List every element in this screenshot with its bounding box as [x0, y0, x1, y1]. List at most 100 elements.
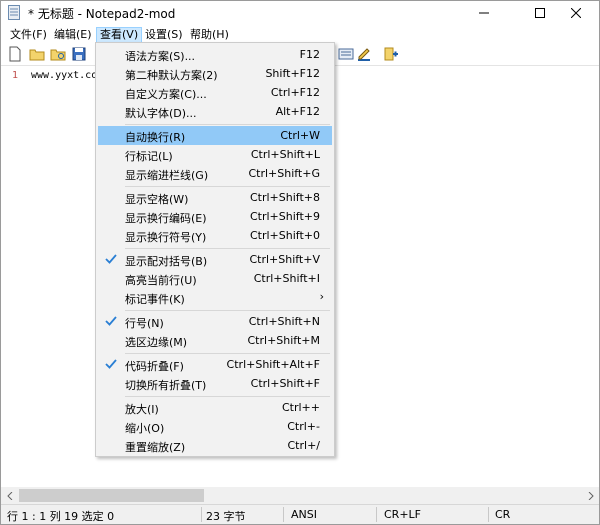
- menu-separator: [125, 186, 330, 187]
- horizontal-scrollbar[interactable]: [1, 487, 599, 504]
- menu-item-syntax-scheme[interactable]: 语法方案(S)... F12: [98, 45, 332, 64]
- status-size: 23 字节: [206, 510, 246, 523]
- edit-style-icon[interactable]: [356, 46, 372, 62]
- checkmark-icon: [104, 357, 118, 371]
- menu-item-shortcut: Ctrl+Shift+Alt+F: [226, 358, 320, 371]
- close-button[interactable]: [553, 1, 599, 25]
- minimize-icon: [479, 12, 489, 14]
- menu-item-mark-occurrences[interactable]: 标记事件(K) ›: [98, 288, 332, 307]
- menu-item-label: 自定义方案(C)...: [125, 88, 207, 101]
- menu-item-shortcut: Ctrl+Shift+F: [250, 377, 320, 390]
- app-window: * 无标题 - Notepad2-mod 文件(F) 编辑(E) 查看(V) 设…: [0, 0, 600, 525]
- menu-item-shortcut: Alt+F12: [275, 105, 320, 118]
- view-option-icon[interactable]: [338, 46, 354, 62]
- menu-item-label: 高亮当前行(U): [125, 274, 197, 287]
- new-file-icon[interactable]: [7, 46, 23, 62]
- menu-item-shortcut: Ctrl+Shift+N: [248, 315, 320, 328]
- menu-item-shortcut: Ctrl+Shift+8: [249, 191, 320, 204]
- save-icon[interactable]: [71, 46, 87, 62]
- menu-item-shortcut: Ctrl+Shift+G: [248, 167, 320, 180]
- status-divider: [376, 507, 377, 522]
- menu-item-match-braces[interactable]: 显示配对括号(B) Ctrl+Shift+V: [98, 250, 332, 269]
- menu-item-default-font[interactable]: 默认字体(D)... Alt+F12: [98, 102, 332, 121]
- menu-separator: [125, 310, 330, 311]
- menu-item-line-numbers[interactable]: 行号(N) Ctrl+Shift+N: [98, 312, 332, 331]
- menu-item-label: 显示空格(W): [125, 193, 189, 206]
- menu-item-custom-scheme[interactable]: 自定义方案(C)... Ctrl+F12: [98, 83, 332, 102]
- maximize-icon: [535, 8, 545, 18]
- menu-item-highlight-current-line[interactable]: 高亮当前行(U) Ctrl+Shift+I: [98, 269, 332, 288]
- notepad-app-icon: [8, 5, 20, 20]
- open-folder-icon[interactable]: [29, 46, 45, 62]
- menu-item-shortcut: Ctrl+/: [287, 439, 321, 452]
- status-position: 行 1 : 1 列 19 选定 0: [7, 510, 115, 523]
- menu-item-shortcut: Ctrl++: [281, 401, 320, 414]
- scroll-left-arrow-icon[interactable]: [1, 487, 18, 504]
- menu-item-show-wrap-symbols[interactable]: 显示换行符号(Y) Ctrl+Shift+0: [98, 226, 332, 245]
- menu-item-code-folding[interactable]: 代码折叠(F) Ctrl+Shift+Alt+F: [98, 355, 332, 374]
- window-title: * 无标题 - Notepad2-mod: [28, 7, 176, 21]
- menu-item-second-default-scheme[interactable]: 第二种默认方案(2) Shift+F12: [98, 64, 332, 83]
- checkmark-icon: [104, 252, 118, 266]
- line-number: 1: [12, 70, 19, 81]
- menu-item-shortcut: Shift+F12: [265, 67, 320, 80]
- menu-settings[interactable]: 设置(S): [142, 27, 186, 43]
- menu-item-zoom-in[interactable]: 放大(I) Ctrl++: [98, 398, 332, 417]
- menu-item-label: 切换所有折叠(T): [125, 379, 207, 392]
- menu-item-reset-zoom[interactable]: 重置缩放(Z) Ctrl+/: [98, 436, 332, 455]
- new-window-icon[interactable]: [383, 46, 399, 62]
- status-line-endings[interactable]: CR+LF: [384, 508, 421, 521]
- menu-item-label: 缩小(O): [125, 422, 165, 435]
- status-divider: [201, 507, 202, 522]
- editor-text-line[interactable]: www.yyxt.co: [31, 70, 97, 81]
- menu-item-toggle-all-folds[interactable]: 切换所有折叠(T) Ctrl+Shift+F: [98, 374, 332, 393]
- menu-item-show-whitespace[interactable]: 显示空格(W) Ctrl+Shift+8: [98, 188, 332, 207]
- close-icon: [571, 8, 581, 18]
- menu-item-indent-guides[interactable]: 显示缩进栏线(G) Ctrl+Shift+G: [98, 164, 332, 183]
- scroll-right-arrow-icon[interactable]: [582, 487, 599, 504]
- menu-item-selection-margin[interactable]: 选区边缘(M) Ctrl+Shift+M: [98, 331, 332, 350]
- menu-item-shortcut: Ctrl+Shift+V: [249, 253, 320, 266]
- menu-item-label: 第二种默认方案(2): [125, 69, 218, 82]
- menu-file[interactable]: 文件(F): [7, 27, 50, 43]
- menu-item-shortcut: F12: [299, 48, 320, 61]
- menu-item-label: 标记事件(K): [125, 293, 185, 306]
- menu-item-label: 重置缩放(Z): [125, 441, 186, 454]
- menu-item-line-marker[interactable]: 行标记(L) Ctrl+Shift+L: [98, 145, 332, 164]
- status-overtype: CR: [495, 508, 511, 521]
- menu-item-show-line-endings[interactable]: 显示换行编码(E) Ctrl+Shift+9: [98, 207, 332, 226]
- menu-item-shortcut: Ctrl+F12: [270, 86, 320, 99]
- menu-item-label: 放大(I): [125, 403, 159, 416]
- view-menu-dropdown: 语法方案(S)... F12 第二种默认方案(2) Shift+F12 自定义方…: [95, 42, 335, 457]
- menu-separator: [125, 248, 330, 249]
- menu-edit[interactable]: 编辑(E): [51, 27, 95, 43]
- menu-item-shortcut: Ctrl+Shift+9: [249, 210, 320, 223]
- menu-item-label: 自动换行(R): [125, 131, 186, 144]
- menu-item-shortcut: Ctrl+Shift+M: [247, 334, 321, 347]
- browse-folder-icon[interactable]: [50, 46, 66, 62]
- status-bar: 行 1 : 1 列 19 选定 0 23 字节 ANSI CR+LF CR: [1, 504, 599, 524]
- menu-item-label: 行标记(L): [125, 150, 173, 163]
- menu-item-zoom-out[interactable]: 缩小(O) Ctrl+-: [98, 417, 332, 436]
- menu-item-label: 显示缩进栏线(G): [125, 169, 209, 182]
- scrollbar-thumb[interactable]: [19, 489, 204, 502]
- status-divider: [283, 507, 284, 522]
- menu-view[interactable]: 查看(V): [96, 27, 143, 43]
- title-bar: * 无标题 - Notepad2-mod: [1, 1, 599, 25]
- status-divider: [488, 507, 489, 522]
- menu-item-label: 选区边缘(M): [125, 336, 188, 349]
- status-encoding[interactable]: ANSI: [291, 508, 317, 521]
- menu-separator: [125, 124, 330, 125]
- minimize-button[interactable]: [461, 1, 507, 25]
- submenu-arrow-icon: ›: [319, 290, 324, 303]
- menu-item-label: 显示配对括号(B): [125, 255, 208, 268]
- menu-separator: [125, 396, 330, 397]
- menu-item-label: 显示换行符号(Y): [125, 231, 207, 244]
- menu-item-shortcut: Ctrl+W: [280, 129, 320, 142]
- menu-item-shortcut: Ctrl+-: [287, 420, 320, 433]
- menu-item-label: 行号(N): [125, 317, 164, 330]
- menu-separator: [125, 353, 330, 354]
- menu-help[interactable]: 帮助(H): [187, 27, 232, 43]
- checkmark-icon: [104, 314, 118, 328]
- menu-item-word-wrap[interactable]: 自动换行(R) Ctrl+W: [98, 126, 332, 145]
